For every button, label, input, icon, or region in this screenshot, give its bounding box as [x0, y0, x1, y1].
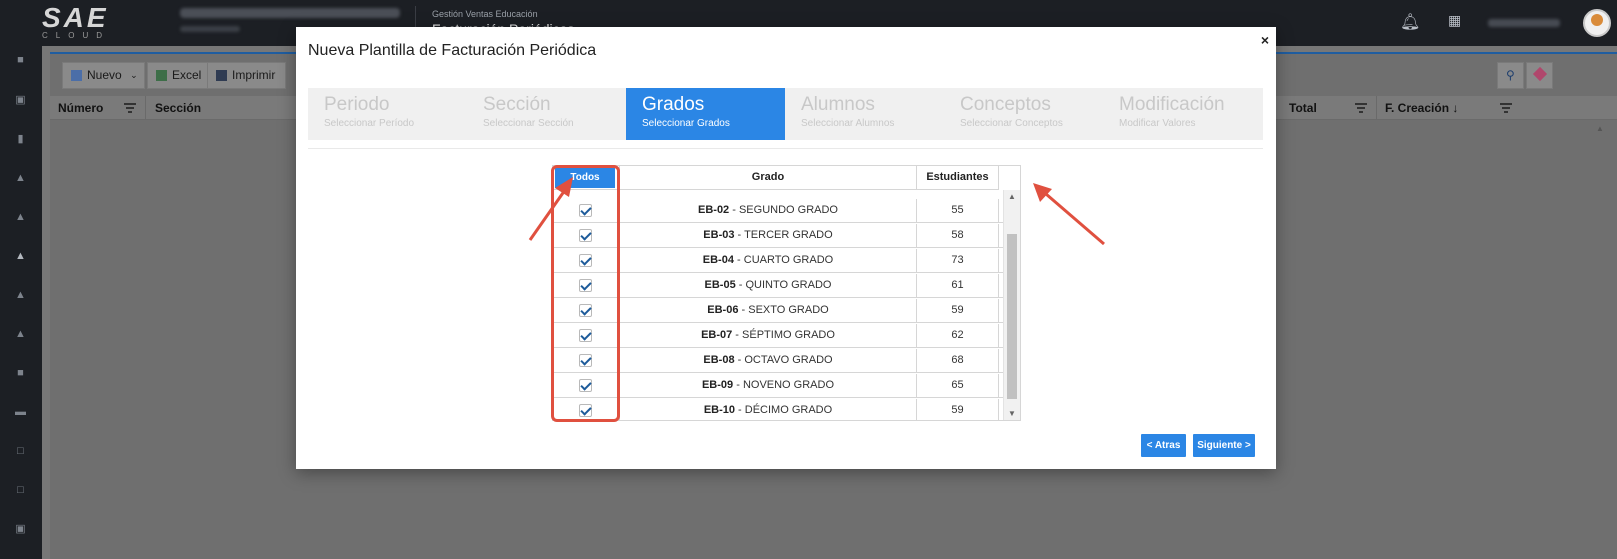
annotation-arrow-right: [1033, 183, 1105, 246]
annotation-arrow-left: [528, 177, 573, 241]
annotation-arrows: [528, 177, 1105, 246]
